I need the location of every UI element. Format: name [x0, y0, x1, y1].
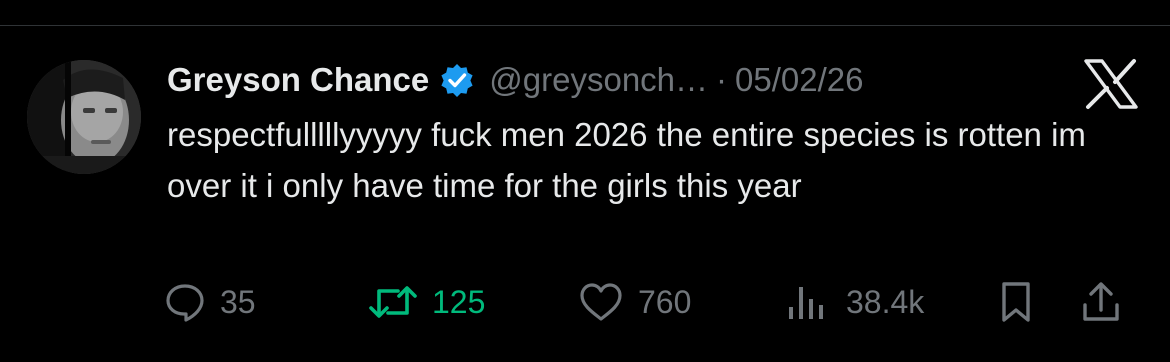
author-name[interactable]: Greyson Chance — [167, 61, 429, 99]
heart-icon — [578, 281, 624, 323]
x-logo-icon[interactable] — [1082, 58, 1140, 110]
top-divider — [0, 25, 1170, 26]
views-icon — [786, 281, 832, 323]
reply-count: 35 — [220, 283, 256, 320]
author-handle[interactable]: @greysonch… — [489, 61, 708, 99]
avatar-photo — [27, 60, 141, 174]
avatar[interactable] — [27, 60, 141, 174]
verified-badge-icon — [439, 62, 475, 98]
post-header: Greyson Chance @greysonch… · 05/02/26 — [167, 58, 864, 102]
post-date[interactable]: 05/02/26 — [735, 61, 863, 99]
repost-button[interactable]: 125 — [368, 272, 485, 332]
views-count: 38.4k — [846, 283, 925, 320]
header-separator: · — [716, 61, 728, 98]
repost-count: 125 — [432, 283, 486, 320]
like-count: 760 — [638, 283, 692, 320]
views-button[interactable]: 38.4k — [786, 272, 924, 332]
share-icon — [1080, 280, 1122, 324]
reply-icon — [164, 281, 206, 323]
bookmark-icon — [996, 280, 1036, 324]
reply-button[interactable]: 35 — [164, 272, 256, 332]
action-bar: 35 125 760 38.4k — [0, 272, 1170, 332]
repost-icon — [368, 281, 418, 323]
share-button[interactable] — [1080, 272, 1122, 332]
post-text: respectfulllllyyyyy fuck men 2026 the en… — [167, 116, 1086, 204]
like-button[interactable]: 760 — [578, 272, 691, 332]
bookmark-button[interactable] — [996, 272, 1036, 332]
